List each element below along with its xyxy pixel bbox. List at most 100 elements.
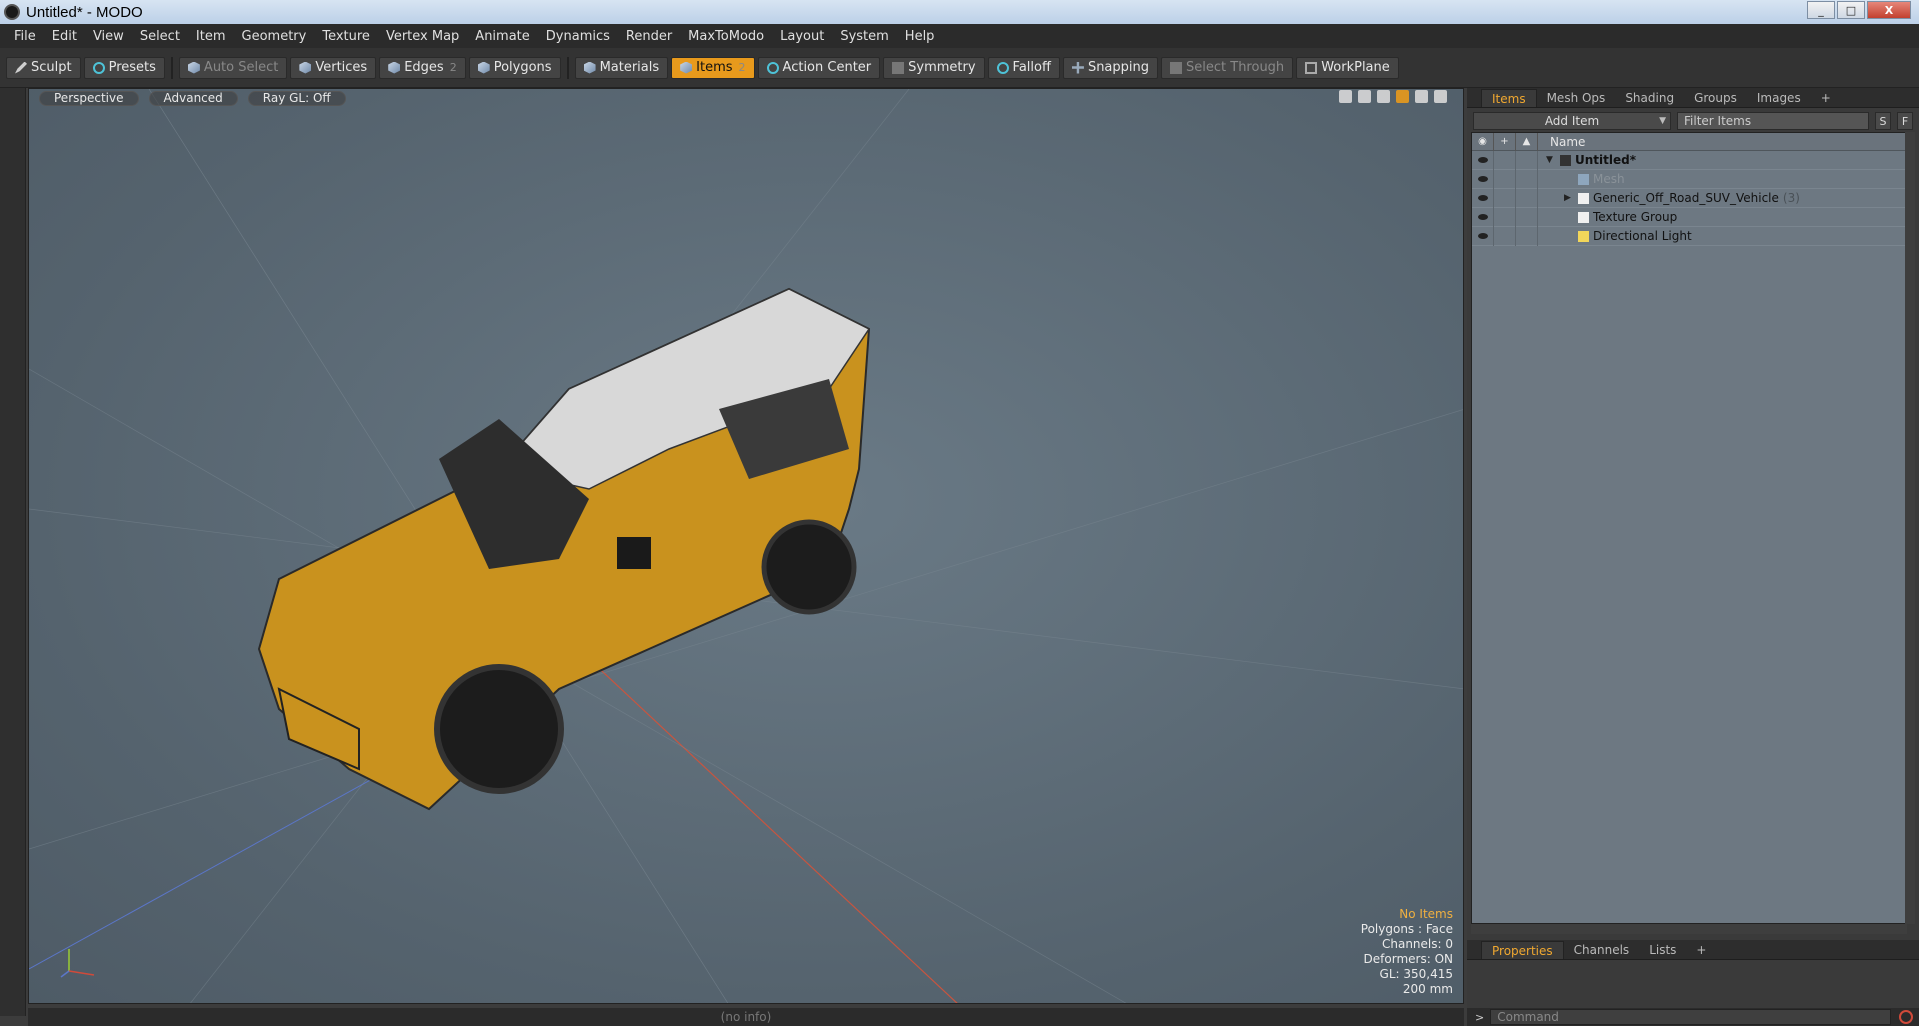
command-input[interactable]: Command: [1490, 1009, 1891, 1025]
zoom-icon[interactable]: [1377, 90, 1390, 103]
tree-row[interactable]: Mesh: [1472, 169, 1906, 189]
eye-icon[interactable]: [1472, 188, 1494, 208]
shading-mode-selector[interactable]: Advanced: [148, 90, 238, 106]
tab-items[interactable]: Items: [1481, 89, 1537, 107]
filter-s-button[interactable]: S: [1875, 112, 1891, 130]
presets-button[interactable]: Presets: [83, 56, 165, 79]
properties-panel-tabs: Properties Channels Lists +: [1467, 940, 1919, 960]
edges-button[interactable]: Edges 2: [379, 56, 466, 79]
tab-shading[interactable]: Shading: [1615, 89, 1684, 107]
viewport-menu-icon[interactable]: [1434, 90, 1447, 103]
auto-select-button[interactable]: Auto Select: [178, 56, 288, 79]
left-tool-strip: [0, 88, 26, 1016]
tree-item-label: Directional Light: [1593, 229, 1692, 243]
tree-row[interactable]: Directional Light: [1472, 226, 1906, 246]
command-history-icon[interactable]: [1899, 1010, 1913, 1024]
eye-icon[interactable]: [1472, 207, 1494, 227]
items-button[interactable]: Items 2: [671, 56, 755, 79]
eye-icon[interactable]: [1472, 226, 1494, 246]
filter-f-button[interactable]: F: [1897, 112, 1913, 130]
tab-lists[interactable]: Lists: [1639, 941, 1686, 959]
filter-items-input[interactable]: Filter Items: [1677, 112, 1869, 130]
menu-geometry[interactable]: Geometry: [234, 29, 315, 44]
visibility-column-icon[interactable]: ◉: [1472, 132, 1494, 151]
polygons-info: Polygons : Face: [1360, 922, 1453, 936]
3d-viewport[interactable]: Perspective Advanced Ray GL: Off No Item…: [28, 88, 1464, 1004]
item-list: ◉ + ▲ Name ▼ Untitled* Mesh ▶ Generic_Off_…: [1471, 132, 1907, 924]
polygons-button[interactable]: Polygons: [468, 56, 561, 79]
eye-icon[interactable]: [1472, 169, 1494, 189]
expand-arrow-icon[interactable]: ▶: [1564, 193, 1574, 203]
eye-icon[interactable]: [1472, 150, 1494, 170]
menu-edit[interactable]: Edit: [44, 29, 85, 44]
menu-texture[interactable]: Texture: [314, 29, 378, 44]
item-list-horizontal-scrollbar[interactable]: [1471, 924, 1907, 934]
materials-icon: [583, 61, 596, 74]
rear-wheel: [761, 519, 857, 615]
mesh-icon: [1578, 173, 1589, 185]
add-tab-button[interactable]: +: [1811, 89, 1841, 107]
view-mode-selector[interactable]: Perspective: [39, 90, 139, 106]
lock-column-icon[interactable]: +: [1494, 132, 1516, 151]
falloff-button[interactable]: Falloff: [987, 56, 1060, 79]
menu-render[interactable]: Render: [618, 29, 680, 44]
tree-row[interactable]: ▶ Generic_Off_Road_SUV_Vehicle (3): [1472, 188, 1906, 208]
viewport-settings-icon[interactable]: [1415, 90, 1428, 103]
minimize-button[interactable]: _: [1807, 1, 1835, 19]
sculpt-button[interactable]: Sculpt: [6, 56, 81, 79]
menu-layout[interactable]: Layout: [772, 29, 832, 44]
sculpt-icon: [15, 61, 27, 74]
symmetry-button[interactable]: Symmetry: [883, 56, 985, 79]
menu-item[interactable]: Item: [188, 29, 234, 44]
snapping-button[interactable]: Snapping: [1062, 56, 1159, 79]
tab-images[interactable]: Images: [1747, 89, 1811, 107]
workplane-button[interactable]: WorkPlane: [1296, 56, 1399, 79]
tree-item-count: (3): [1782, 191, 1800, 205]
tab-properties[interactable]: Properties: [1481, 941, 1564, 959]
menu-file[interactable]: File: [6, 29, 44, 44]
select-through-button[interactable]: Select Through: [1161, 56, 1294, 79]
menu-help[interactable]: Help: [897, 29, 943, 44]
presets-icon: [92, 61, 105, 74]
item-list-header: ◉ + ▲ Name: [1472, 132, 1906, 151]
tree-row[interactable]: ▼ Untitled*: [1472, 150, 1906, 170]
vertices-icon: [299, 61, 312, 74]
menu-system[interactable]: System: [832, 29, 896, 44]
menu-view[interactable]: View: [85, 29, 132, 44]
render-column-icon[interactable]: ▲: [1516, 132, 1538, 151]
polygons-icon: [477, 61, 490, 74]
tree-item-label: Generic_Off_Road_SUV_Vehicle: [1593, 191, 1779, 205]
close-button[interactable]: X: [1867, 1, 1911, 19]
pan-icon[interactable]: [1339, 90, 1352, 103]
item-list-vertical-scrollbar[interactable]: [1905, 132, 1915, 924]
menu-select[interactable]: Select: [132, 29, 188, 44]
channels-info: Channels: 0: [1381, 937, 1453, 951]
name-column-header[interactable]: Name: [1538, 135, 1585, 149]
add-props-tab-button[interactable]: +: [1686, 941, 1716, 959]
maximize-viewport-icon[interactable]: [1396, 90, 1409, 103]
tab-mesh-ops[interactable]: Mesh Ops: [1537, 89, 1616, 107]
action-center-button[interactable]: Action Center: [757, 56, 881, 79]
x-axis-gizmo: [68, 970, 95, 976]
menu-dynamics[interactable]: Dynamics: [538, 29, 618, 44]
expand-arrow-icon[interactable]: ▼: [1546, 155, 1556, 165]
grid-size-info: 200 mm: [1402, 982, 1453, 996]
materials-button[interactable]: Materials: [574, 56, 669, 79]
raygl-toggle[interactable]: Ray GL: Off: [247, 90, 346, 106]
menu-vertex-map[interactable]: Vertex Map: [378, 29, 467, 44]
symmetry-icon: [892, 61, 905, 74]
group-icon: [1578, 211, 1589, 223]
menu-maxtomodo[interactable]: MaxToModo: [680, 29, 772, 44]
menu-animate[interactable]: Animate: [467, 29, 537, 44]
items-toolbar: Add Item ▼ Filter Items S F: [1467, 110, 1919, 132]
action-center-icon: [766, 61, 779, 74]
add-item-button[interactable]: Add Item ▼: [1473, 112, 1671, 130]
tab-channels[interactable]: Channels: [1564, 941, 1640, 959]
tree-row[interactable]: Texture Group: [1472, 207, 1906, 227]
vertices-button[interactable]: Vertices: [290, 56, 377, 79]
maximize-button[interactable]: □: [1837, 1, 1865, 19]
rotate-icon[interactable]: [1358, 90, 1371, 103]
modo-logo-icon: [4, 4, 20, 20]
tab-groups[interactable]: Groups: [1684, 89, 1747, 107]
viewport-nav-icons: [1339, 90, 1447, 103]
